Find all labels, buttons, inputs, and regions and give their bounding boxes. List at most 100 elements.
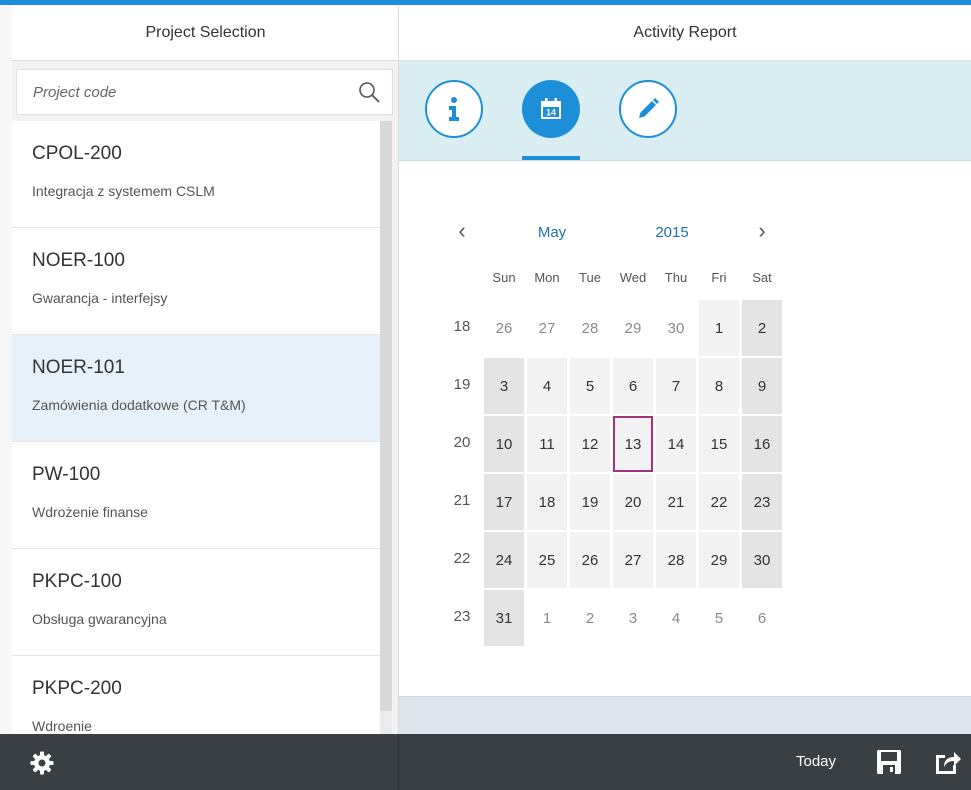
weekday-label: Thu [664,270,688,285]
calendar-day[interactable]: 30 [656,300,696,356]
calendar-day[interactable]: 28 [570,300,610,356]
project-list: CPOL-200 Integracja z systemem CSLM NOER-1… [12,121,380,734]
weekday-label: Sat [752,270,772,285]
project-code: NOER-101 [32,357,125,378]
calendar-day[interactable]: 23 [742,474,782,530]
calendar-day[interactable]: 12 [570,416,610,472]
calendar-day[interactable]: 1 [527,590,567,646]
calendar-day[interactable]: 27 [613,532,653,588]
footer-divider [398,734,399,790]
calendar-day[interactable]: 8 [699,358,739,414]
calendar-day[interactable]: 29 [699,532,739,588]
project-list-scrollbar[interactable] [380,121,392,734]
activity-report-title: Activity Report [399,5,971,61]
list-item[interactable]: NOER-100 Gwarancja - interfejsy [12,228,380,335]
list-item[interactable]: PW-100 Wdrożenie finanse [12,442,380,549]
calendar-day[interactable]: 31 [484,590,524,646]
week-number: 21 [453,492,471,509]
calendar-day[interactable]: 16 [742,416,782,472]
project-selection-pane: Project Selection CPOL-200 Integracja z s… [0,5,399,734]
calendar-day[interactable]: 5 [699,590,739,646]
calendar-day[interactable]: 14 [656,416,696,472]
footer-toolbar: Today [0,734,971,790]
project-code: NOER-100 [32,250,125,271]
week-number: 20 [453,434,471,451]
calendar-day[interactable]: 5 [570,358,610,414]
weekday-label: Mon [534,270,560,285]
calendar-day[interactable]: 9 [742,358,782,414]
calendar-month[interactable]: May [530,224,574,241]
calendar-next-month-button[interactable]: › [752,220,772,242]
calendar-day[interactable]: 7 [656,358,696,414]
calendar-year[interactable]: 2015 [648,224,696,241]
tab-edit[interactable] [619,80,677,138]
calendar-day[interactable]: 28 [656,532,696,588]
weekday-label: Tue [579,270,601,285]
project-description: Gwarancja - interfejsy [32,290,168,306]
project-code: CPOL-200 [32,143,122,164]
project-code: PKPC-200 [32,678,122,699]
calendar-day[interactable]: 13 [613,416,653,472]
project-search[interactable] [16,69,393,115]
list-item[interactable]: CPOL-200 Integracja z systemem CSLM [12,121,380,228]
svg-text:14: 14 [546,108,556,118]
calendar-day[interactable]: 6 [613,358,653,414]
calendar-day[interactable]: 24 [484,532,524,588]
week-number: 18 [453,318,471,335]
pencil-icon [639,98,659,118]
save-icon[interactable] [876,749,902,775]
calendar-day[interactable]: 4 [656,590,696,646]
calendar-day[interactable]: 11 [527,416,567,472]
tab-info[interactable] [425,80,483,138]
left-edge [0,5,12,734]
calendar-day[interactable]: 21 [656,474,696,530]
calendar-day[interactable]: 1 [699,300,739,356]
weekday-label: Fri [711,270,727,285]
today-button[interactable]: Today [790,734,842,790]
calendar-day[interactable]: 29 [613,300,653,356]
project-description: Obsługa gwarancyjna [32,611,167,627]
calendar-prev-month-button[interactable]: ‹ [452,220,472,242]
project-code: PKPC-100 [32,571,122,592]
list-item[interactable]: PKPC-200 Wdroenie [12,656,380,734]
weekday-label: Wed [619,270,647,285]
calendar-day[interactable]: 2 [570,590,610,646]
weekday-label: Sun [492,270,516,285]
gear-icon[interactable] [30,751,54,775]
calendar-day[interactable]: 20 [613,474,653,530]
calendar-day[interactable]: 4 [527,358,567,414]
week-number: 23 [453,608,471,625]
calendar-day[interactable]: 27 [527,300,567,356]
scrollbar-thumb[interactable] [380,121,392,711]
list-item[interactable]: NOER-101 Zamówienia dodatkowe (CR T&M) [12,335,380,442]
calendar-day[interactable]: 18 [527,474,567,530]
calendar-day[interactable]: 3 [613,590,653,646]
project-code: PW-100 [32,464,101,485]
project-selection-title: Project Selection [12,5,399,61]
week-number: 22 [453,550,471,567]
calendar-day[interactable]: 10 [484,416,524,472]
share-icon[interactable] [934,749,962,775]
active-tab-indicator [522,156,580,160]
project-search-input[interactable] [17,70,347,114]
search-icon[interactable] [358,81,380,103]
calendar-day[interactable]: 3 [484,358,524,414]
calendar-day[interactable]: 6 [742,590,782,646]
calendar-day[interactable]: 26 [484,300,524,356]
calendar-day[interactable]: 25 [527,532,567,588]
calendar-day[interactable]: 15 [699,416,739,472]
calendar-icon: 14 [541,98,561,119]
calendar-day[interactable]: 19 [570,474,610,530]
calendar-day[interactable]: 17 [484,474,524,530]
project-description: Zamówienia dodatkowe (CR T&M) [32,397,246,413]
calendar-day[interactable]: 26 [570,532,610,588]
list-item[interactable]: PKPC-100 Obsługa gwarancyjna [12,549,380,656]
project-description: Wdrożenie finanse [32,504,148,520]
icon-tab-bar: 14 [399,61,971,161]
tab-calendar[interactable]: 14 [522,80,580,138]
calendar-day[interactable]: 22 [699,474,739,530]
calendar-day[interactable]: 2 [742,300,782,356]
calendar-day[interactable]: 30 [742,532,782,588]
content-bottom-strip [399,696,971,734]
week-number: 19 [453,376,471,393]
